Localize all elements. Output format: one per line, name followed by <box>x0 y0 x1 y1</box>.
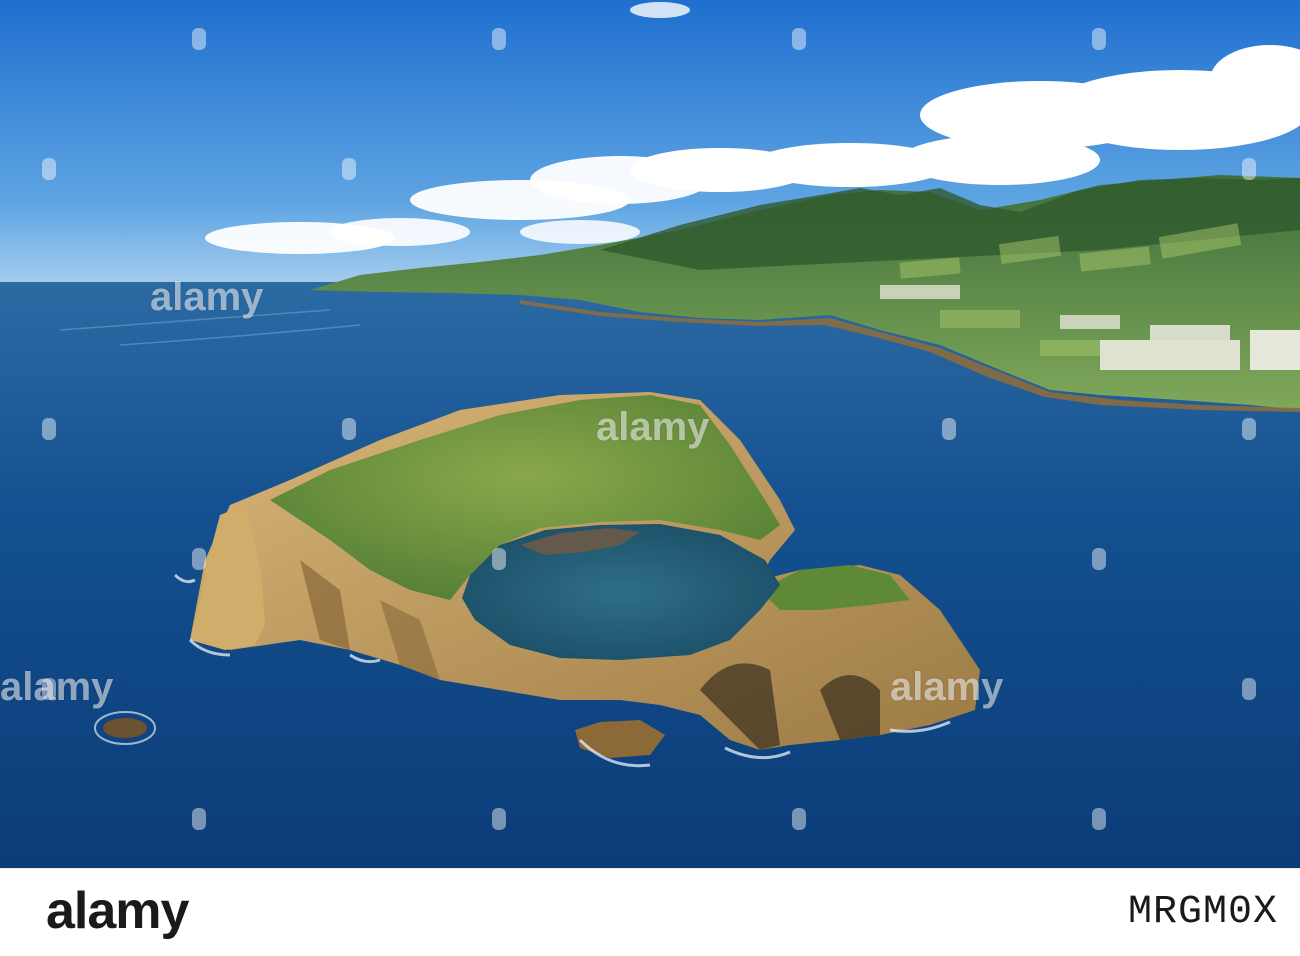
stock-photo-page: alamy alamy alamy alamy alamy MRGM0X <box>0 0 1300 956</box>
watermark-footer: alamy MRGM0X <box>0 868 1300 956</box>
watermark-mark <box>1092 28 1106 50</box>
watermark-mark <box>642 158 656 180</box>
watermark-mark <box>1092 808 1106 830</box>
aerial-photo: alamy alamy alamy alamy <box>0 0 1300 868</box>
watermark-mark <box>342 418 356 440</box>
watermark-text: alamy <box>150 275 264 319</box>
watermark-mark <box>492 808 506 830</box>
watermark-mark <box>942 158 956 180</box>
watermark-text: alamy <box>596 405 710 449</box>
watermark-mark <box>1092 548 1106 570</box>
watermark-mark <box>192 28 206 50</box>
watermark-mark <box>792 28 806 50</box>
footer-divider <box>0 868 1300 869</box>
watermark-mark <box>942 418 956 440</box>
watermark-text: alamy <box>0 665 114 709</box>
watermark-text: alamy <box>890 665 1004 709</box>
watermark-mark <box>42 418 56 440</box>
watermark-mark <box>792 808 806 830</box>
watermark-mark <box>492 28 506 50</box>
watermark-mark <box>342 158 356 180</box>
image-id: MRGM0X <box>1127 890 1278 935</box>
watermark-mark <box>1242 158 1256 180</box>
alamy-logo: alamy <box>46 882 189 940</box>
watermark-mark <box>42 158 56 180</box>
watermark-mark <box>1242 678 1256 700</box>
watermark-mark <box>492 548 506 570</box>
watermark-mark <box>1242 418 1256 440</box>
watermark-mark <box>192 808 206 830</box>
watermark-mark <box>192 548 206 570</box>
